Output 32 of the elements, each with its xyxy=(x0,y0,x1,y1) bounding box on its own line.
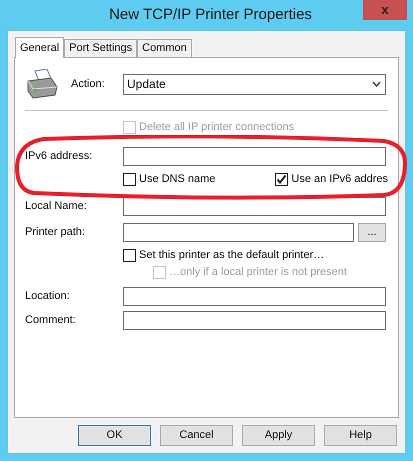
checkbox[interactable] xyxy=(275,172,288,186)
dialog-button[interactable]: Apply xyxy=(242,425,315,446)
tab[interactable]: Common xyxy=(137,39,192,57)
checkbox[interactable] xyxy=(123,172,136,186)
field-label: Local Name: xyxy=(25,198,88,214)
checkbox-label: Use DNS name xyxy=(139,172,216,187)
browse-button[interactable]: ... xyxy=(358,222,386,242)
checkbox[interactable] xyxy=(123,248,136,262)
dialog-button[interactable]: Help xyxy=(324,425,397,446)
checkbox-label: Set this printer as the default printer… xyxy=(139,248,324,263)
dialog-button[interactable]: Cancel xyxy=(160,425,233,446)
field-label: Action: xyxy=(71,76,106,92)
checkbox-label: Delete all IP printer connections xyxy=(139,120,294,135)
printer-icon xyxy=(25,69,59,99)
action-dropdown[interactable]: Update xyxy=(123,74,386,94)
text-field[interactable] xyxy=(123,286,386,306)
close-button[interactable]: x xyxy=(363,0,407,20)
checkbox-label: …only if a local printer is not present xyxy=(169,264,347,280)
dialog-button[interactable]: OK xyxy=(78,425,151,446)
text-field[interactable] xyxy=(123,146,386,166)
window-title: New TCP/IP Printer Properties xyxy=(109,5,312,26)
field-label: Location: xyxy=(25,288,71,304)
checkbox-label: Use an IPv6 addres xyxy=(291,172,388,187)
tab[interactable]: Port Settings xyxy=(64,39,138,57)
text-field[interactable] xyxy=(123,222,354,242)
chevron-down-icon xyxy=(372,81,381,87)
field-label: Comment: xyxy=(25,312,77,328)
text-field[interactable] xyxy=(123,310,386,330)
tab[interactable]: General xyxy=(15,37,64,58)
check-icon xyxy=(276,174,288,184)
field-label: Printer path: xyxy=(25,224,86,240)
field-label: IPv6 address: xyxy=(25,148,94,164)
